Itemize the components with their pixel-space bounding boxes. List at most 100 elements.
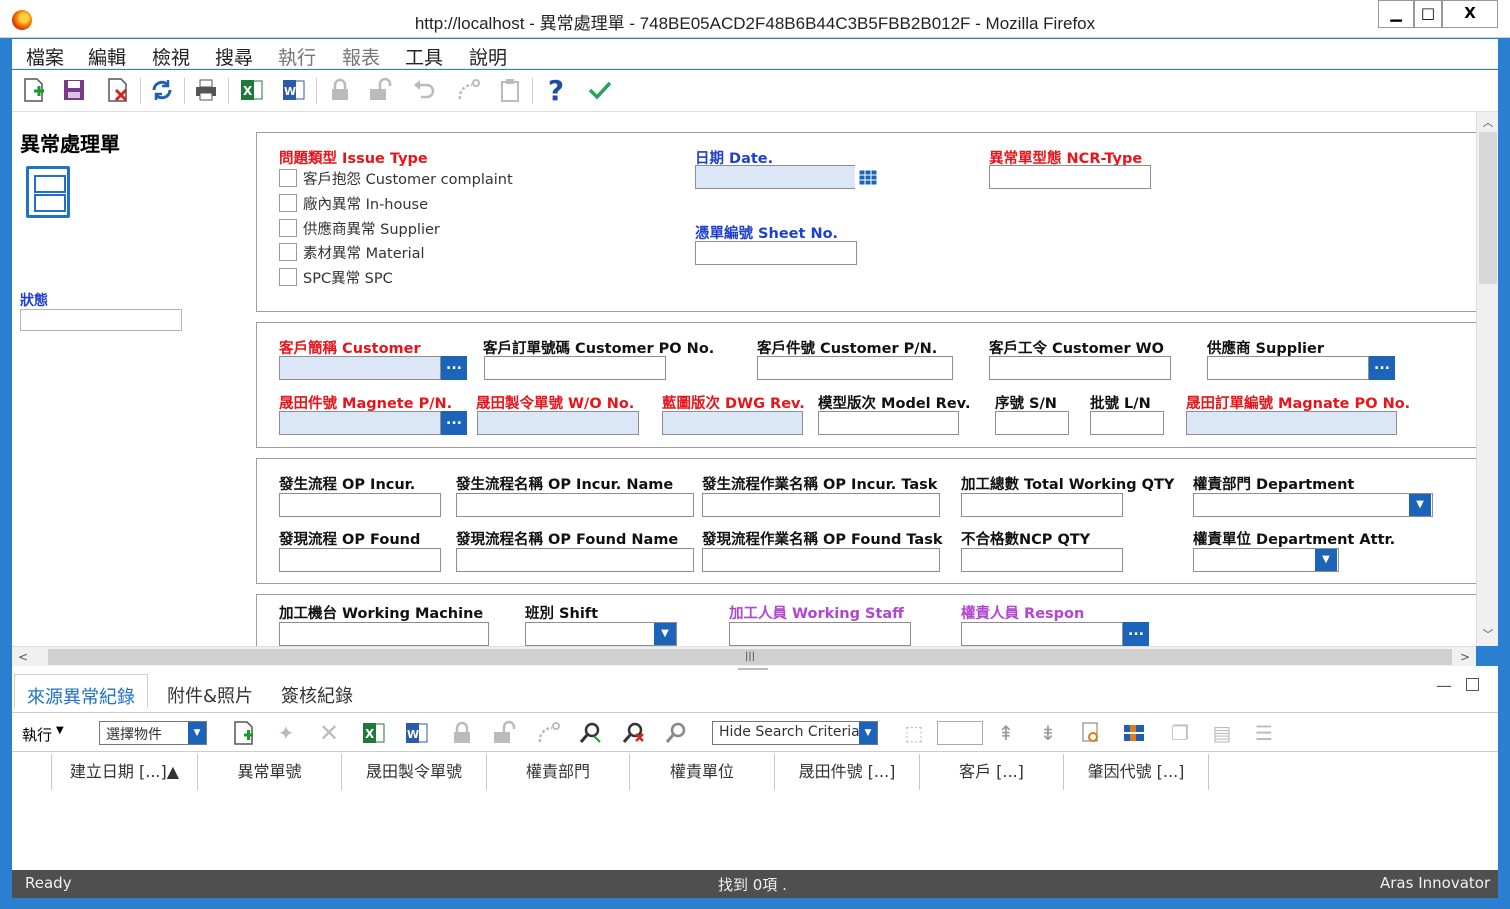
- close-button[interactable]: X: [1442, 0, 1498, 28]
- menu-view[interactable]: 檢視: [152, 43, 190, 70]
- lock-icon[interactable]: [448, 719, 476, 747]
- discard-icon[interactable]: [104, 76, 132, 104]
- scroll-right-icon[interactable]: >: [1454, 647, 1476, 667]
- excel-icon[interactable]: X: [238, 76, 266, 104]
- tab-attachments[interactable]: 附件&照片: [155, 674, 265, 708]
- column-magnate-pn[interactable]: 晟田件號 [...]: [775, 754, 920, 790]
- hscroll-thumb[interactable]: |||: [48, 649, 1452, 665]
- pick-icon[interactable]: ✦: [272, 719, 300, 747]
- find-icon[interactable]: [1078, 719, 1106, 747]
- horizontal-scrollbar[interactable]: < ||| >: [12, 646, 1476, 666]
- checkbox-supplier[interactable]: [279, 219, 297, 237]
- sort-asc-icon[interactable]: ⇞: [992, 719, 1020, 747]
- menu-edit[interactable]: 編輯: [88, 43, 126, 70]
- exec-menu[interactable]: 執行: [22, 724, 52, 745]
- new-icon[interactable]: [20, 76, 48, 104]
- chevron-down-icon[interactable]: ▼: [654, 623, 676, 645]
- menu-file[interactable]: 檔案: [26, 43, 64, 70]
- promote-icon[interactable]: [454, 76, 482, 104]
- op-found-input[interactable]: [279, 548, 441, 572]
- checkbox-material[interactable]: [279, 243, 297, 261]
- unlock-icon[interactable]: [366, 76, 394, 104]
- date-input[interactable]: [695, 165, 857, 189]
- op-incur-task-input[interactable]: [702, 493, 940, 517]
- column-wo-no[interactable]: 晟田製令單號: [342, 754, 487, 790]
- op-incur-input[interactable]: [279, 493, 441, 517]
- delete-icon[interactable]: ✕: [315, 719, 343, 747]
- calendar-icon[interactable]: [855, 165, 881, 189]
- copy-icon[interactable]: ❐: [1166, 719, 1194, 747]
- column-created-on[interactable]: 建立日期 [...]▲: [52, 754, 198, 790]
- status-field[interactable]: [20, 309, 182, 331]
- search-options-icon[interactable]: [662, 719, 690, 747]
- menu-run[interactable]: 執行: [278, 43, 316, 70]
- sn-input[interactable]: [995, 411, 1069, 435]
- customer-pn-input[interactable]: [757, 356, 953, 380]
- paste-icon[interactable]: ▤: [1208, 719, 1236, 747]
- op-incur-name-input[interactable]: [456, 493, 694, 517]
- customer-po-input[interactable]: [484, 356, 666, 380]
- ncr-type-input[interactable]: [989, 165, 1151, 189]
- dwg-rev-input[interactable]: [662, 411, 803, 435]
- op-found-name-input[interactable]: [456, 548, 694, 572]
- checkbox-customer-complaint[interactable]: [279, 169, 297, 187]
- tab-signoffs[interactable]: 簽核紀錄: [269, 674, 365, 708]
- checkbox-in-house[interactable]: [279, 194, 297, 212]
- customer-input[interactable]: [279, 356, 441, 380]
- scroll-thumb[interactable]: [1479, 132, 1497, 284]
- supplier-lookup-button[interactable]: ...: [1369, 356, 1395, 380]
- unlock-icon[interactable]: [490, 719, 518, 747]
- tab-source-ncr[interactable]: 來源異常紀錄: [14, 674, 148, 708]
- ncp-qty-input[interactable]: [961, 548, 1123, 572]
- sort-desc-icon[interactable]: ⇟: [1034, 719, 1062, 747]
- hide-search-criteria-dropdown[interactable]: Hide Search Criteria ▼: [712, 721, 878, 745]
- maximize-panel-icon[interactable]: [1466, 678, 1479, 691]
- staff-input[interactable]: [729, 622, 911, 646]
- magnate-po-input[interactable]: [1186, 411, 1397, 435]
- word-icon[interactable]: W: [403, 719, 431, 747]
- column-department[interactable]: 權責部門: [487, 754, 630, 790]
- magnate-pn-input[interactable]: [279, 411, 441, 435]
- minimize-panel-icon[interactable]: —: [1436, 676, 1452, 695]
- select-item-dropdown[interactable]: 選擇物件 ▼: [99, 721, 207, 745]
- column-dept-attr[interactable]: 權責單位: [630, 754, 775, 790]
- department-select[interactable]: [1193, 493, 1433, 517]
- customer-wo-input[interactable]: [989, 356, 1171, 380]
- scroll-down-icon[interactable]: ﹀: [1477, 626, 1499, 644]
- menu-search[interactable]: 搜尋: [215, 43, 253, 70]
- customer-lookup-button[interactable]: ...: [441, 356, 467, 380]
- chevron-down-icon[interactable]: ▼: [1409, 494, 1431, 516]
- undo-icon[interactable]: [410, 76, 438, 104]
- select-all-icon[interactable]: ⬚: [900, 719, 928, 747]
- wo-no-input[interactable]: [477, 411, 639, 435]
- column-cause-code[interactable]: 肇因代號 [...]: [1064, 754, 1209, 790]
- save-icon[interactable]: [60, 76, 88, 104]
- menu-tools[interactable]: 工具: [405, 43, 443, 70]
- scroll-up-icon[interactable]: ︿: [1477, 114, 1499, 132]
- search-icon[interactable]: [576, 719, 604, 747]
- print-icon[interactable]: [192, 76, 220, 104]
- word-icon[interactable]: W: [280, 76, 308, 104]
- clear-search-icon[interactable]: [619, 719, 647, 747]
- menu-report[interactable]: 報表: [342, 43, 380, 70]
- clipboard-icon[interactable]: [496, 76, 524, 104]
- menu-help[interactable]: 說明: [469, 43, 507, 70]
- list-icon[interactable]: ☰: [1250, 719, 1278, 747]
- total-qty-input[interactable]: [961, 493, 1123, 517]
- add-row-icon[interactable]: [230, 719, 258, 747]
- respon-lookup-button[interactable]: ...: [1123, 622, 1149, 646]
- page-input[interactable]: [937, 721, 983, 745]
- done-icon[interactable]: [586, 76, 614, 104]
- op-found-task-input[interactable]: [702, 548, 940, 572]
- column-ncr-no[interactable]: 異常單號: [198, 754, 342, 790]
- column-icon[interactable]: [1120, 719, 1148, 747]
- ln-input[interactable]: [1090, 411, 1164, 435]
- promote-icon[interactable]: [534, 719, 562, 747]
- excel-icon[interactable]: X: [360, 719, 388, 747]
- minimize-button[interactable]: ▁: [1378, 0, 1414, 28]
- chevron-down-icon[interactable]: ▼: [1315, 549, 1337, 571]
- maximize-button[interactable]: □: [1414, 0, 1442, 28]
- respon-input[interactable]: [961, 622, 1123, 646]
- supplier-input[interactable]: [1207, 356, 1369, 380]
- scroll-left-icon[interactable]: <: [12, 647, 34, 667]
